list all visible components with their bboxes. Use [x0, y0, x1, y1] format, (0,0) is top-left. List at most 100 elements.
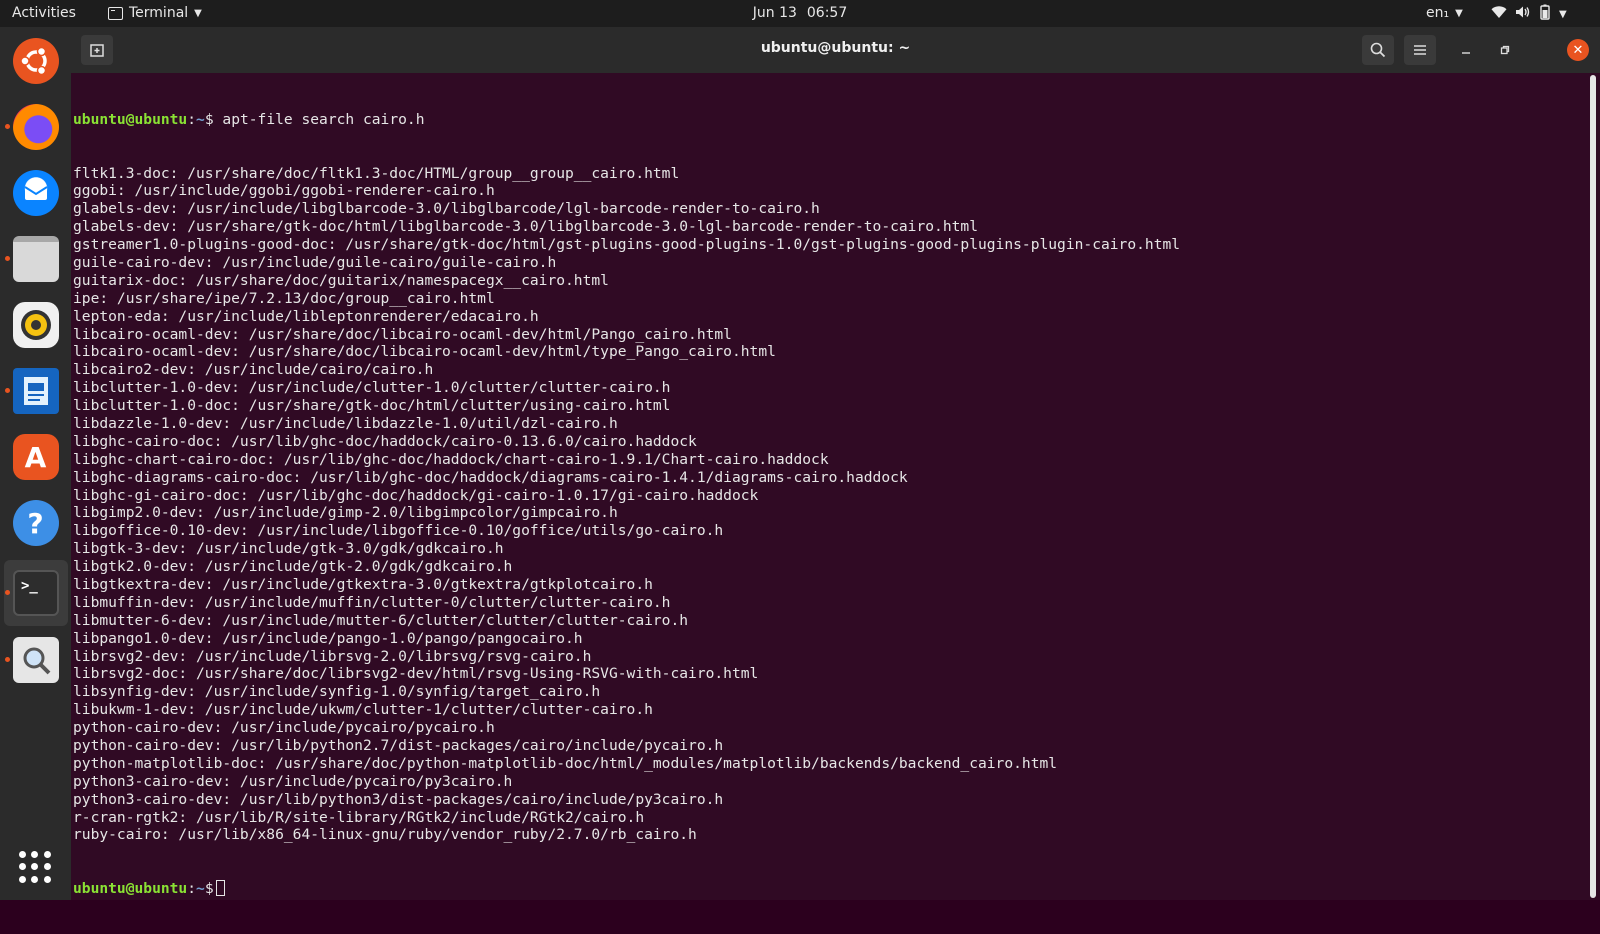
scrollbar[interactable]	[1590, 75, 1596, 898]
running-indicator	[5, 657, 10, 662]
clock[interactable]: Jun 13 06:57	[0, 5, 1600, 21]
running-indicator	[5, 124, 10, 129]
firefox-icon	[12, 104, 59, 150]
output-line: guitarix-doc: /usr/share/doc/guitarix/na…	[73, 271, 609, 289]
output-line: guile-cairo-dev: /usr/include/guile-cair…	[73, 253, 557, 271]
dock-item-thunderbird[interactable]	[0, 160, 71, 226]
output-line: libghc-gi-cairo-doc: /usr/lib/ghc-doc/ha…	[73, 486, 759, 504]
output-line: librsvg2-doc: /usr/share/doc/librsvg2-de…	[73, 665, 759, 683]
terminal-view[interactable]: ubuntu@ubuntu:~$ apt-file search cairo.h…	[71, 73, 1600, 900]
image-viewer-icon	[12, 637, 59, 683]
prompt-separator: :	[187, 880, 197, 898]
prompt-user: ubuntu@ubuntu	[73, 110, 188, 128]
output-line: r-cran-rgtk2: /usr/lib/R/site-library/RG…	[73, 808, 645, 826]
output-line: libcairo-ocaml-dev: /usr/share/doc/libca…	[73, 325, 732, 343]
output-line: ruby-cairo: /usr/lib/x86_64-linux-gnu/ru…	[73, 826, 697, 844]
show-applications-icon[interactable]	[19, 851, 51, 883]
files-icon	[12, 236, 59, 282]
output-line: libcairo2-dev: /usr/include/cairo/cairo.…	[73, 361, 434, 379]
output-line: python3-cairo-dev: /usr/lib/python3/dist…	[73, 790, 724, 808]
dock-item-help[interactable]: ?	[0, 490, 71, 556]
active-prompt-line: ubuntu@ubuntu:~$	[73, 880, 1180, 898]
output-line: libmutter-6-dev: /usr/include/mutter-6/c…	[73, 611, 689, 629]
output-line: ggobi: /usr/include/ggobi/ggobi-renderer…	[73, 182, 495, 200]
output-line: libsynfig-dev: /usr/include/synfig-1.0/s…	[73, 683, 601, 701]
output-line: python-cairo-dev: /usr/include/pycairo/p…	[73, 719, 495, 737]
hamburger-menu-icon	[1414, 45, 1426, 55]
prompt-path: ~	[196, 110, 205, 128]
close-icon: ✕	[1572, 42, 1584, 58]
dock-item-terminal[interactable]: >_	[4, 560, 68, 626]
output-block: fltk1.3-doc: /usr/share/doc/fltk1.3-doc/…	[73, 165, 1180, 845]
output-line: libmuffin-dev: /usr/include/muffin/clutt…	[73, 593, 671, 611]
chevron-down-icon: ▼	[1455, 7, 1463, 19]
output-line: libdazzle-1.0-dev: /usr/include/libdazzl…	[73, 414, 618, 432]
input-source-indicator[interactable]: en₁ ▼	[1426, 5, 1463, 21]
output-line: gstreamer1.0-plugins-good-doc: /usr/shar…	[73, 236, 1181, 254]
search-button[interactable]	[1362, 35, 1394, 65]
dock-item-ubuntu[interactable]	[0, 28, 71, 94]
minimize-icon	[1462, 52, 1470, 54]
output-line: librsvg2-dev: /usr/include/librsvg-2.0/l…	[73, 647, 592, 665]
battery-icon	[1539, 4, 1551, 24]
dock-item-image-viewer[interactable]	[0, 627, 71, 693]
system-tray[interactable]: ▼	[1491, 4, 1567, 24]
prompt-path: ~	[196, 880, 205, 898]
output-line: libgimp2.0-dev: /usr/include/gimp-2.0/li…	[73, 504, 618, 522]
running-indicator	[5, 388, 10, 393]
output-line: libghc-diagrams-cairo-doc: /usr/lib/ghc-…	[73, 468, 908, 486]
restore-icon	[1500, 45, 1510, 55]
output-line: libgtk-3-dev: /usr/include/gtk-3.0/gdk/g…	[73, 540, 504, 558]
output-line: libghc-chart-cairo-doc: /usr/lib/ghc-doc…	[73, 450, 829, 468]
ubuntu-logo-icon	[12, 38, 59, 84]
top-bar: Activities Terminal ▼ Jun 13 06:57 en₁ ▼…	[0, 0, 1600, 27]
output-line: libghc-cairo-doc: /usr/lib/ghc-doc/haddo…	[73, 432, 697, 450]
input-source-label: en₁	[1426, 5, 1450, 21]
dock-item-writer[interactable]	[0, 358, 71, 424]
writer-icon	[12, 368, 59, 414]
prompt-user: ubuntu@ubuntu	[73, 880, 188, 898]
running-indicator	[5, 590, 10, 595]
output-line: lepton-eda: /usr/include/libleptonrender…	[73, 307, 539, 325]
output-line: python-matplotlib-doc: /usr/share/doc/py…	[73, 754, 1058, 772]
clock-date: Jun 13	[752, 5, 797, 21]
output-line: glabels-dev: /usr/include/libglbarcode-3…	[73, 200, 820, 218]
software-store-icon: A	[12, 434, 59, 480]
output-line: libgtkextra-dev: /usr/include/gtkextra-3…	[73, 576, 653, 593]
chevron-down-icon: ▼	[1559, 8, 1567, 20]
output-line: python-cairo-dev: /usr/lib/python2.7/dis…	[73, 737, 724, 755]
output-line: python3-cairo-dev: /usr/include/pycairo/…	[73, 772, 513, 790]
volume-icon	[1515, 5, 1531, 23]
output-line: libukwm-1-dev: /usr/include/ukwm/clutter…	[73, 701, 653, 719]
output-line: ipe: /usr/share/ipe/7.2.13/doc/group__ca…	[73, 289, 495, 307]
search-icon	[1370, 42, 1386, 58]
text-cursor	[215, 880, 225, 897]
dock-item-files[interactable]	[0, 226, 71, 292]
output-line: libclutter-1.0-doc: /usr/share/gtk-doc/h…	[73, 397, 671, 415]
minimize-button[interactable]	[1457, 41, 1475, 59]
output-line: fltk1.3-doc: /usr/share/doc/fltk1.3-doc/…	[73, 164, 680, 182]
dock-item-firefox[interactable]	[0, 94, 71, 160]
prompt-symbol: $	[204, 880, 214, 898]
running-indicator	[5, 256, 10, 261]
prompt-symbol: $	[204, 110, 214, 128]
wifi-icon	[1491, 5, 1507, 23]
thunderbird-icon	[12, 170, 59, 216]
dock-item-rhythmbox[interactable]	[0, 292, 71, 358]
output-line: glabels-dev: /usr/share/gtk-doc/html/lib…	[73, 218, 978, 236]
clock-time: 06:57	[806, 5, 848, 21]
terminal-app-icon: >_	[13, 570, 59, 616]
output-line: libcairo-ocaml-dev: /usr/share/doc/libca…	[73, 343, 776, 361]
close-button[interactable]: ✕	[1567, 39, 1589, 61]
command-text: apt-file search cairo.h	[213, 110, 425, 128]
dock-item-software[interactable]: A	[0, 424, 71, 490]
rhythmbox-icon	[12, 302, 59, 348]
menu-button[interactable]	[1404, 35, 1436, 65]
output-line: libclutter-1.0-dev: /usr/include/clutter…	[73, 379, 671, 397]
output-line: libgtk2.0-dev: /usr/include/gtk-2.0/gdk/…	[73, 558, 513, 576]
maximize-button[interactable]	[1496, 41, 1514, 59]
command-line: ubuntu@ubuntu:~$ apt-file search cairo.h	[73, 111, 1180, 129]
dock: A ? >_	[0, 27, 71, 900]
output-line: libpango1.0-dev: /usr/include/pango-1.0/…	[73, 629, 583, 647]
terminal-output: ubuntu@ubuntu:~$ apt-file search cairo.h…	[73, 75, 1180, 934]
